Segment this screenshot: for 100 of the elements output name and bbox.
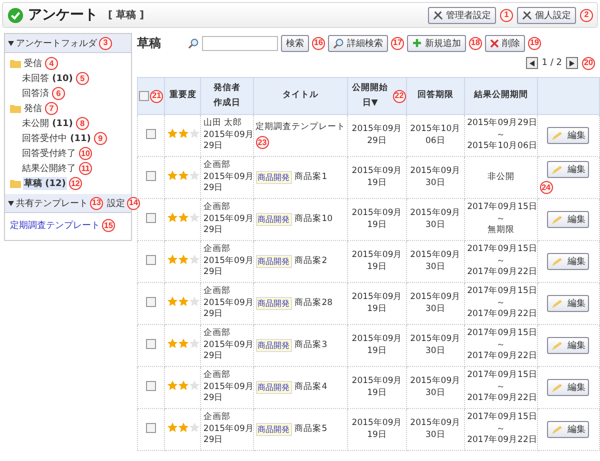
- pencil-icon: [551, 214, 564, 224]
- template-link[interactable]: 定期調査テンプレート: [10, 219, 100, 232]
- star-icon: [178, 170, 190, 181]
- select-all-checkbox[interactable]: [139, 91, 150, 101]
- column-header[interactable]: タイトル: [282, 88, 319, 104]
- column-header[interactable]: 発信者: [214, 80, 241, 96]
- period-text: 2017年09月15日: [467, 286, 535, 298]
- folder-item[interactable]: 受信: [23, 57, 43, 70]
- edit-button[interactable]: 編集: [547, 379, 590, 396]
- deadline-text: 30日: [424, 430, 446, 442]
- survey-title[interactable]: 商品案4: [294, 382, 328, 394]
- sender-date-text: 2015年09月: [203, 130, 251, 142]
- row-checkbox[interactable]: [146, 213, 156, 224]
- survey-title[interactable]: 商品案10: [294, 214, 333, 226]
- next-page-button[interactable]: [566, 57, 578, 69]
- template-header-label: 共有テンプレート: [16, 197, 88, 210]
- survey-title[interactable]: 商品案5: [294, 424, 328, 436]
- start-date-text: 2015年09月: [350, 166, 404, 178]
- survey-title[interactable]: 商品案2: [294, 256, 328, 268]
- toolbar-button[interactable]: 新規追加: [407, 34, 466, 52]
- sender-date-text: 企画部: [203, 370, 232, 382]
- callout-number: 8: [76, 117, 89, 130]
- period-text: ～: [495, 256, 506, 267]
- start-date-text: 2015年09月: [350, 292, 404, 304]
- prev-page-button[interactable]: [526, 57, 538, 69]
- period-text: 2017年09月22日: [467, 351, 535, 364]
- deadline-text: 2015年09月: [409, 418, 462, 430]
- edit-button[interactable]: 編集: [547, 295, 590, 312]
- row-checkbox[interactable]: [146, 255, 156, 266]
- pencil-icon: [551, 256, 564, 266]
- deadline-text: 2015年09月: [409, 250, 462, 262]
- folder-item[interactable]: 回答受付終了: [21, 147, 77, 160]
- sender-date-text: 2015年09月: [203, 382, 251, 394]
- section-title: 草稿: [137, 34, 162, 52]
- callout-number: 14: [127, 196, 140, 210]
- pencil-icon: [551, 340, 564, 350]
- deadline-text: 30日: [424, 178, 446, 190]
- edit-button[interactable]: 編集: [547, 337, 590, 354]
- expand-icon: [8, 200, 14, 206]
- star-icon: [178, 338, 190, 349]
- row-checkbox[interactable]: [146, 381, 156, 392]
- star-icon: [167, 128, 178, 139]
- survey-title[interactable]: 商品案3: [294, 340, 328, 352]
- star-icon: [167, 422, 178, 433]
- callout-number: 19: [528, 36, 541, 50]
- folder-item[interactable]: 未回答 (10): [21, 72, 74, 85]
- deadline-text: 2015年09月: [409, 166, 462, 178]
- category-tag: 商品開発: [256, 212, 292, 226]
- row-checkbox[interactable]: [146, 129, 156, 140]
- edit-button[interactable]: 編集: [547, 127, 590, 144]
- search-field[interactable]: [202, 36, 278, 50]
- edit-button[interactable]: 編集: [547, 421, 590, 438]
- star-icon: [167, 338, 178, 349]
- settings-button[interactable]: 個人設定: [517, 6, 576, 24]
- survey-title[interactable]: 商品案28: [294, 298, 333, 310]
- column-header[interactable]: 作成日: [214, 96, 241, 112]
- period-text: 2017年09月15日: [467, 370, 535, 382]
- folder-icon: [10, 59, 21, 68]
- folder-item[interactable]: 草稿 (12): [23, 177, 67, 190]
- deadline-text: 2015年09月: [409, 376, 462, 388]
- check-icon: [7, 6, 24, 24]
- survey-title[interactable]: 商品案1: [294, 172, 328, 184]
- edit-button[interactable]: 編集: [547, 253, 590, 270]
- star-icon: [167, 296, 178, 307]
- search-button[interactable]: 検索: [281, 34, 309, 52]
- toolbar-button[interactable]: 詳細検索: [328, 34, 388, 52]
- deadline-text: 2015年09月: [409, 292, 462, 304]
- period-text: 2017年09月22日: [467, 393, 535, 406]
- folder-item[interactable]: 発信: [23, 102, 43, 115]
- folder-item[interactable]: 結果公開終了: [21, 162, 77, 175]
- row-checkbox[interactable]: [146, 297, 156, 308]
- period-text: 2015年10月06日: [467, 141, 535, 154]
- period-text: ～: [495, 424, 506, 435]
- folder-item[interactable]: 未公開 (11): [21, 117, 74, 130]
- callout-number: 9: [94, 132, 107, 145]
- star-icon: [178, 128, 190, 139]
- edit-button[interactable]: 編集: [547, 211, 590, 228]
- callout-number: 4: [45, 57, 58, 70]
- folder-icon: [10, 179, 21, 188]
- folder-item[interactable]: 回答受付中 (11): [21, 132, 92, 145]
- toolbar-button[interactable]: 削除: [485, 34, 525, 52]
- period-text: ～: [495, 298, 506, 309]
- callout-number: 13: [90, 196, 103, 210]
- callout-number: 1: [500, 8, 513, 22]
- settings-button[interactable]: 管理者設定: [428, 6, 496, 24]
- survey-title[interactable]: 定期調査テンプレート: [256, 122, 346, 134]
- folder-item[interactable]: 回答済: [21, 87, 50, 100]
- column-header[interactable]: 公開開始日▼: [348, 80, 392, 112]
- template-setting-link[interactable]: 設定: [107, 196, 125, 210]
- row-checkbox[interactable]: [146, 339, 156, 350]
- folder-header[interactable]: アンケートフォルダ 3: [5, 34, 131, 53]
- sender-date-text: 山田 太郎: [203, 118, 244, 130]
- folder-icon: [10, 104, 21, 113]
- edit-button[interactable]: 編集: [547, 161, 590, 178]
- search-icon: [188, 38, 199, 48]
- start-date-text: 2015年09月: [350, 334, 404, 346]
- row-checkbox[interactable]: [146, 171, 156, 182]
- row-checkbox[interactable]: [146, 423, 156, 434]
- star-icon: [167, 380, 178, 391]
- page-indicator: 1 / 2: [542, 58, 562, 68]
